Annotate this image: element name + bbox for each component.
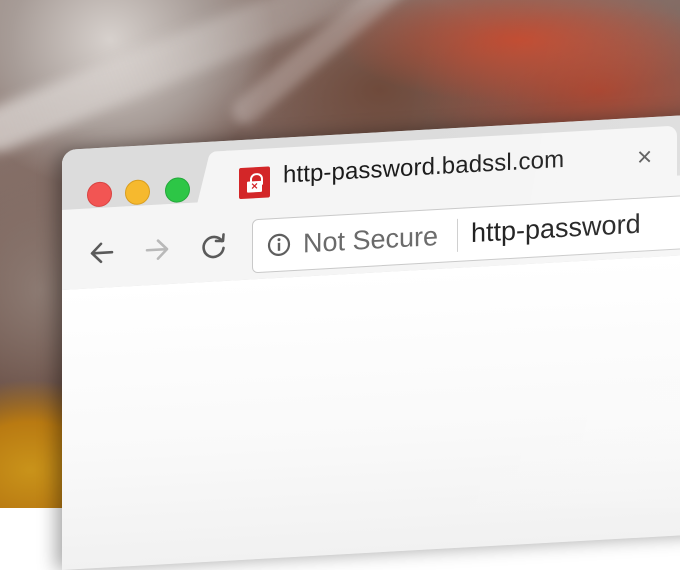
- tab-title: http-password.badssl.com: [283, 145, 565, 189]
- padlock-icon: ✕: [239, 166, 270, 200]
- browser-window: ✕ http-password.badssl.com × Not Secure …: [62, 107, 680, 570]
- arrow-right-icon: [145, 239, 169, 260]
- back-button[interactable]: [87, 237, 117, 269]
- url-text[interactable]: http-password: [471, 209, 641, 249]
- padlock-body: ✕: [247, 180, 262, 193]
- window-close-button[interactable]: [87, 181, 112, 208]
- reload-button[interactable]: [199, 231, 229, 263]
- info-circle-icon[interactable]: [267, 232, 291, 257]
- security-status-label[interactable]: Not Secure: [303, 221, 438, 260]
- reload-icon: [202, 233, 225, 259]
- window-minimize-button[interactable]: [125, 179, 150, 206]
- page-content: [62, 247, 680, 570]
- arrow-left-icon: [90, 242, 114, 264]
- tab-close-icon[interactable]: ×: [637, 141, 652, 172]
- padlock-x-mark: ✕: [250, 181, 259, 192]
- forward-button[interactable]: [142, 234, 172, 266]
- address-bar-divider: [457, 218, 458, 252]
- window-zoom-button[interactable]: [165, 176, 190, 204]
